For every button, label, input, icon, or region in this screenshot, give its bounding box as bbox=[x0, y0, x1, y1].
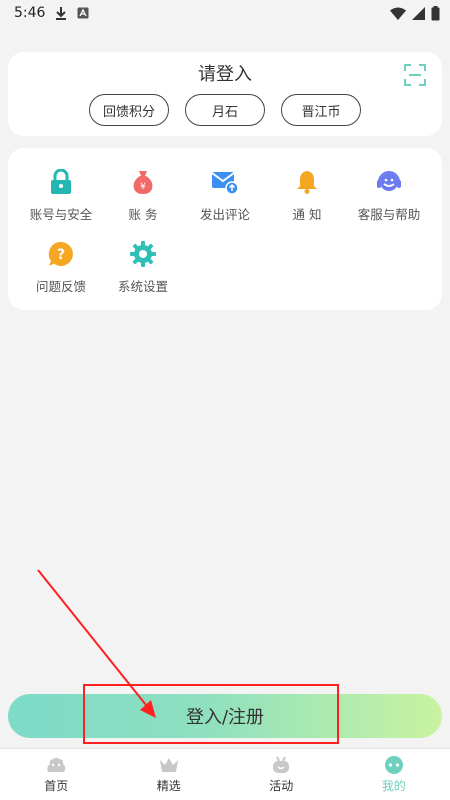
moonstone-button[interactable]: 月石 bbox=[185, 94, 265, 126]
login-register-label: 登入/注册 bbox=[185, 707, 265, 728]
jinjiang-coin-button[interactable]: 晋江币 bbox=[281, 94, 361, 126]
app-notification-icon bbox=[77, 7, 89, 19]
crown-icon bbox=[159, 758, 178, 772]
home-icon bbox=[47, 757, 66, 772]
bell-icon bbox=[293, 168, 321, 196]
menu-item-label: 账号与安全 bbox=[29, 207, 93, 222]
status-bar: 5:46 bbox=[0, 0, 450, 26]
menu-item-label: 通 知 bbox=[292, 207, 322, 222]
login-register-button[interactable]: 登入/注册 bbox=[8, 694, 442, 738]
menu-item-customer-service[interactable]: 客服与帮助 bbox=[346, 168, 432, 223]
status-time: 5:46 bbox=[14, 5, 46, 21]
battery-icon bbox=[431, 5, 440, 20]
profile-face-icon bbox=[384, 756, 403, 774]
mail-icon bbox=[211, 168, 239, 196]
signal-icon bbox=[412, 6, 425, 20]
svg-text:¥: ¥ bbox=[140, 182, 146, 192]
headset-icon bbox=[375, 168, 403, 196]
download-icon bbox=[56, 7, 67, 20]
nav-label: 精选 bbox=[156, 779, 181, 793]
money-bag-icon: ¥ bbox=[129, 168, 157, 196]
gear-icon bbox=[129, 240, 157, 268]
menu-item-system-settings[interactable]: 系统设置 bbox=[100, 240, 186, 295]
nav-label: 活动 bbox=[269, 779, 294, 793]
lock-icon bbox=[47, 168, 75, 196]
question-icon: ? bbox=[47, 240, 75, 268]
menu-item-my-comments[interactable]: 发出评论 bbox=[182, 168, 268, 223]
menu-item-label: 客服与帮助 bbox=[357, 207, 421, 222]
nav-mine[interactable]: 我的 bbox=[338, 749, 450, 800]
svg-text:?: ? bbox=[57, 247, 65, 263]
activity-icon bbox=[273, 756, 290, 773]
wifi-icon bbox=[390, 7, 406, 20]
menu-item-label: 系统设置 bbox=[117, 279, 168, 294]
feedback-points-button[interactable]: 回馈积分 bbox=[89, 94, 169, 126]
menu-item-feedback[interactable]: ? 问题反馈 bbox=[18, 240, 104, 295]
menu-item-label: 账 务 bbox=[128, 207, 158, 222]
menu-grid: 账号与安全 ¥ 账 务 发出评论 通 知 客服与帮助 ? 问题反馈 系统设置 bbox=[8, 148, 442, 310]
scan-icon[interactable] bbox=[404, 64, 426, 86]
nav-label: 首页 bbox=[44, 779, 69, 793]
menu-item-notifications[interactable]: 通 知 bbox=[264, 168, 350, 223]
menu-item-label: 问题反馈 bbox=[35, 279, 86, 294]
login-prompt-title[interactable]: 请登入 bbox=[8, 60, 442, 86]
login-card: 请登入 回馈积分 月石 晋江币 bbox=[8, 52, 442, 136]
nav-home[interactable]: 首页 bbox=[0, 749, 113, 800]
menu-item-label: 发出评论 bbox=[199, 207, 250, 222]
bottom-nav: 首页 精选 活动 我的 bbox=[0, 748, 450, 800]
currency-pills: 回馈积分 月石 晋江币 bbox=[8, 94, 442, 126]
nav-featured[interactable]: 精选 bbox=[113, 749, 226, 800]
nav-activities[interactable]: 活动 bbox=[225, 749, 338, 800]
menu-item-billing[interactable]: ¥ 账 务 bbox=[100, 168, 186, 223]
nav-label: 我的 bbox=[381, 779, 406, 793]
menu-item-account-security[interactable]: 账号与安全 bbox=[18, 168, 104, 223]
